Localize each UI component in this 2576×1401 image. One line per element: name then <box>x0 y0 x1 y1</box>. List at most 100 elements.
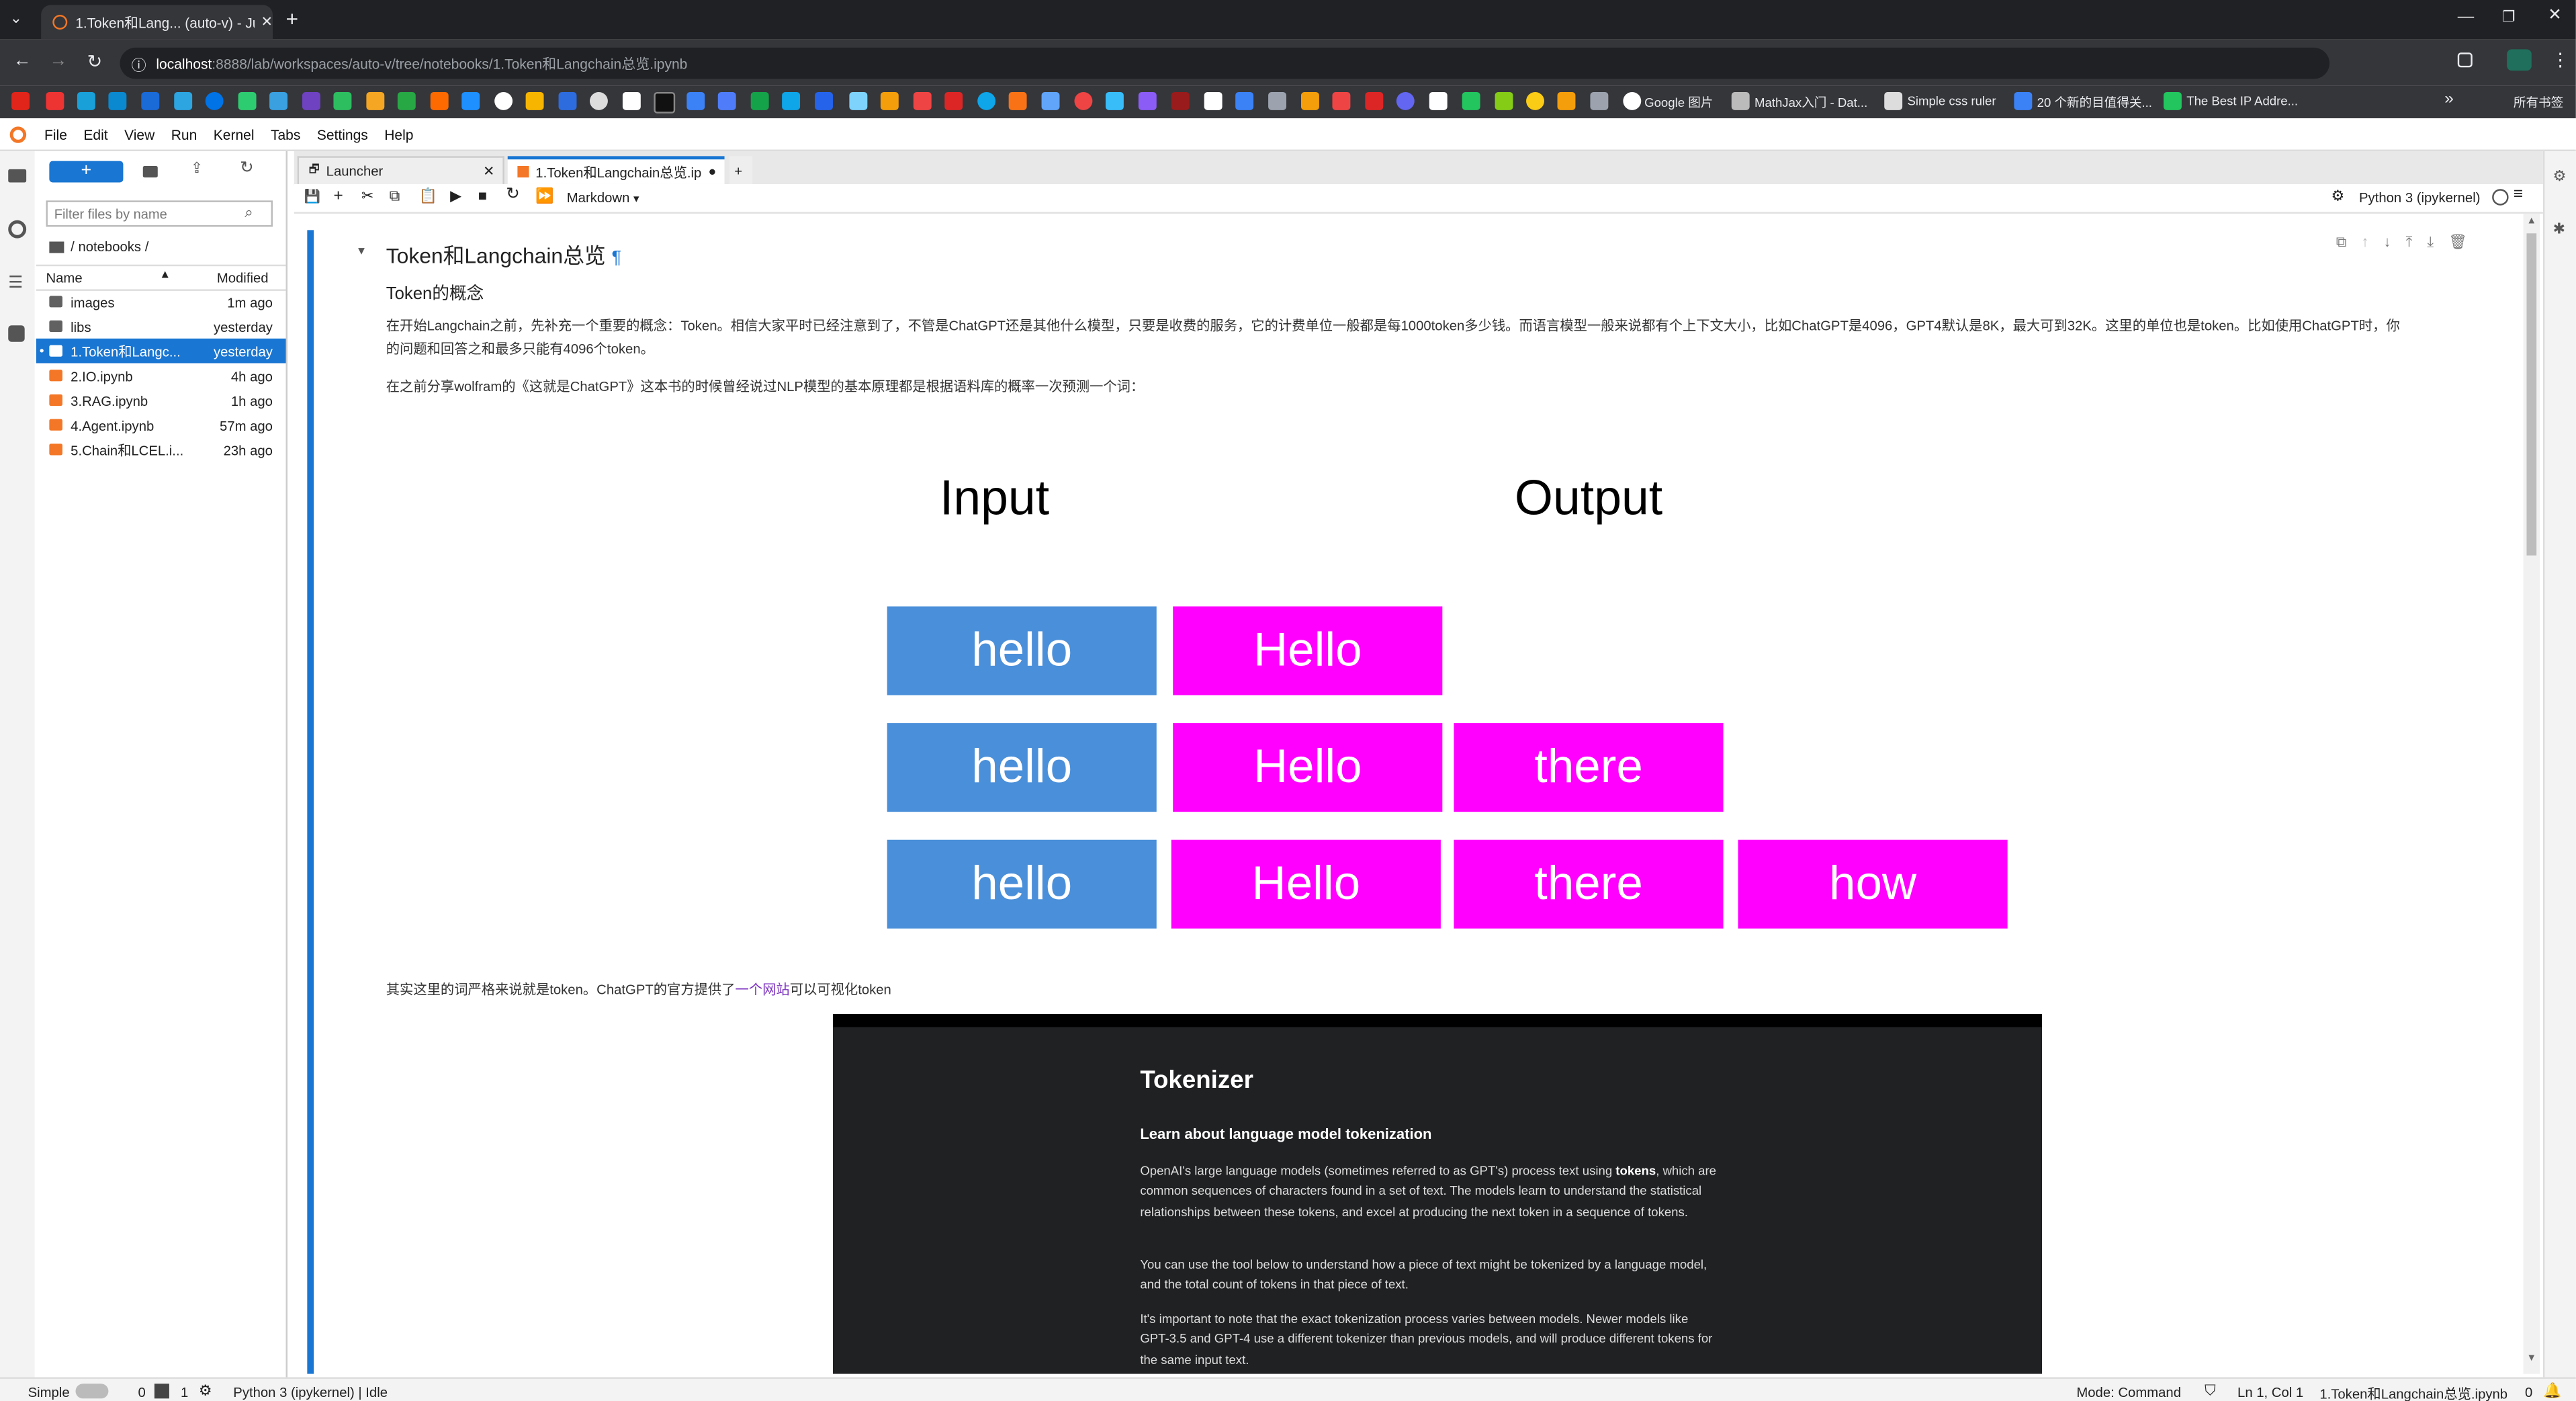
bookmark-favicon-icon[interactable] <box>558 91 577 110</box>
insert-below-icon[interactable]: ⤓ <box>2427 233 2434 251</box>
bookmark-favicon-icon[interactable] <box>333 91 352 110</box>
reload-icon[interactable]: ↻ <box>87 51 103 72</box>
bookmark-favicon-icon[interactable] <box>849 91 868 110</box>
bookmark-favicon-icon[interactable] <box>944 91 963 110</box>
bookmark-label[interactable]: Simple css ruler <box>1907 93 1996 108</box>
bookmark-favicon-icon[interactable] <box>815 91 833 110</box>
bookmark-favicon-icon[interactable] <box>2014 91 2033 110</box>
back-icon[interactable]: ← <box>13 51 32 71</box>
file-row-selected[interactable]: • 1.Token和Langc... yesterday <box>36 338 286 364</box>
bookmark-favicon-icon[interactable] <box>1495 91 1513 110</box>
restart-icon[interactable]: ↻ <box>506 185 520 204</box>
bookmark-favicon-icon[interactable] <box>1332 91 1351 110</box>
menu-help[interactable]: Help <box>384 126 413 142</box>
bookmark-favicon-icon[interactable] <box>1300 91 1319 110</box>
home-folder-icon[interactable] <box>49 241 64 253</box>
scrollbar[interactable]: ▲ ▼ <box>2523 213 2540 1374</box>
bookmark-favicon-icon[interactable] <box>622 91 641 110</box>
file-row-folder[interactable]: libs yesterday <box>36 314 286 339</box>
bookmark-favicon-icon[interactable] <box>1462 91 1480 110</box>
copy-icon[interactable]: ⧉ <box>390 187 400 206</box>
file-row-folder[interactable]: images 1m ago <box>36 289 286 314</box>
bookmark-favicon-icon[interactable] <box>913 91 932 110</box>
run-icon[interactable]: ▶ <box>450 187 461 206</box>
bookmark-favicon-icon[interactable] <box>1590 91 1609 110</box>
bookmark-favicon-icon[interactable] <box>977 91 996 110</box>
duplicate-cell-icon[interactable]: ⧉ <box>2336 233 2347 251</box>
column-modified[interactable]: Modified <box>217 269 269 286</box>
google-images-icon[interactable] <box>1623 91 1642 110</box>
bookmark-favicon-icon[interactable] <box>141 91 160 110</box>
file-row-notebook[interactable]: 4.Agent.ipynb 57m ago <box>36 413 286 437</box>
bookmark-favicon-icon[interactable] <box>205 91 224 110</box>
bookmark-favicon-icon[interactable] <box>590 91 608 110</box>
bookmark-favicon-icon[interactable] <box>1268 91 1286 110</box>
upload-icon[interactable]: ⇪ <box>191 159 203 177</box>
bookmark-favicon-icon[interactable] <box>269 91 287 110</box>
refresh-icon[interactable]: ↻ <box>240 159 254 177</box>
menu-settings[interactable]: Settings <box>317 126 368 142</box>
browser-tab-active[interactable]: 1.Token和Lang... (auto-v) - Ju ✕ <box>41 5 273 40</box>
close-tab-icon[interactable]: ✕ <box>261 13 273 32</box>
bookmark-favicon-icon[interactable] <box>686 91 705 110</box>
restore-icon[interactable]: ❐ <box>2502 8 2516 26</box>
debugger-icon[interactable]: ✱ <box>2553 220 2565 239</box>
bookmark-favicon-icon[interactable] <box>654 91 676 114</box>
extensions-puzzle-icon[interactable] <box>8 325 25 342</box>
bookmark-favicon-icon[interactable] <box>430 91 449 110</box>
close-tab-icon[interactable]: ✕ <box>483 163 494 179</box>
breadcrumb[interactable]: / notebooks / <box>49 239 148 255</box>
file-row-notebook[interactable]: 3.RAG.ipynb 1h ago <box>36 388 286 413</box>
paste-icon[interactable]: 📋 <box>419 187 437 206</box>
profile-avatar[interactable] <box>2507 49 2532 71</box>
new-folder-icon[interactable] <box>142 166 158 178</box>
address-bar[interactable]: ⓘ localhost:8888/lab/workspaces/auto-v/t… <box>120 47 2330 79</box>
bookmark-favicon-icon[interactable] <box>46 91 64 110</box>
run-all-icon[interactable]: ⏩ <box>535 187 553 206</box>
move-up-icon[interactable]: ↑ <box>2362 233 2369 251</box>
tokenizer-link[interactable]: 一个网站 <box>736 981 790 997</box>
bookmark-favicon-icon[interactable] <box>1171 91 1190 110</box>
scroll-up-icon[interactable]: ▲ <box>2526 217 2536 227</box>
bookmark-favicon-icon[interactable] <box>1041 91 1060 110</box>
sort-ascending-icon[interactable]: ▲ <box>159 269 171 281</box>
bookmark-favicon-icon[interactable] <box>238 91 257 110</box>
bookmark-label[interactable]: Google 图片 <box>1644 93 1713 112</box>
kernels-count[interactable]: 1 <box>181 1384 188 1400</box>
file-row-notebook[interactable]: 2.IO.ipynb 4h ago <box>36 363 286 388</box>
simple-mode-toggle[interactable] <box>75 1384 109 1399</box>
more-bookmarks-icon[interactable]: » <box>2444 91 2454 109</box>
cell-type-select[interactable]: Markdown ▾ <box>567 189 639 205</box>
mathjax-icon[interactable] <box>1731 91 1750 110</box>
extensions-icon[interactable] <box>2457 52 2473 68</box>
bookmark-favicon-icon[interactable] <box>1429 91 1448 110</box>
unsaved-dot-icon[interactable]: ● <box>708 165 716 179</box>
property-inspector-icon[interactable]: ⚙ <box>2553 167 2567 185</box>
bookmark-favicon-icon[interactable] <box>1105 91 1124 110</box>
close-window-icon[interactable]: ✕ <box>2548 7 2562 25</box>
bell-icon[interactable]: 🔔 <box>2543 1382 2561 1400</box>
anchor-link[interactable]: ¶ <box>612 248 621 267</box>
gear-icon[interactable]: ⚙ <box>2331 187 2344 206</box>
toc-icon[interactable]: ☰ <box>8 274 23 292</box>
minimize-icon[interactable]: — <box>2458 8 2474 26</box>
tab-notebook[interactable]: 1.Token和Langchain总览.ip ● <box>507 156 725 184</box>
bookmark-favicon-icon[interactable] <box>1365 91 1384 110</box>
running-icon[interactable] <box>8 220 27 239</box>
column-name[interactable]: Name <box>46 269 82 286</box>
tab-launcher[interactable]: 🗗 Launcher ✕ <box>297 156 504 184</box>
menu-view[interactable]: View <box>124 126 154 142</box>
bookmark-favicon-icon[interactable] <box>1204 91 1223 110</box>
bookmark-favicon-icon[interactable] <box>397 91 416 110</box>
bookmark-favicon-icon[interactable] <box>1074 91 1093 110</box>
bookmark-favicon-icon[interactable] <box>302 91 320 110</box>
bookmark-favicon-icon[interactable] <box>461 91 480 110</box>
bookmark-favicon-icon[interactable] <box>1138 91 1157 110</box>
browser-menu-icon[interactable]: ⋮ <box>2551 49 2569 71</box>
cut-icon[interactable]: ✂ <box>361 187 373 206</box>
cursor-position[interactable]: Ln 1, Col 1 <box>2237 1384 2303 1400</box>
menu-tabs[interactable]: Tabs <box>271 126 300 142</box>
file-row-notebook[interactable]: 5.Chain和LCEL.i... 23h ago <box>36 437 286 462</box>
scroll-down-icon[interactable]: ▼ <box>2526 1354 2536 1364</box>
bookmark-favicon-icon[interactable] <box>1557 91 1576 110</box>
